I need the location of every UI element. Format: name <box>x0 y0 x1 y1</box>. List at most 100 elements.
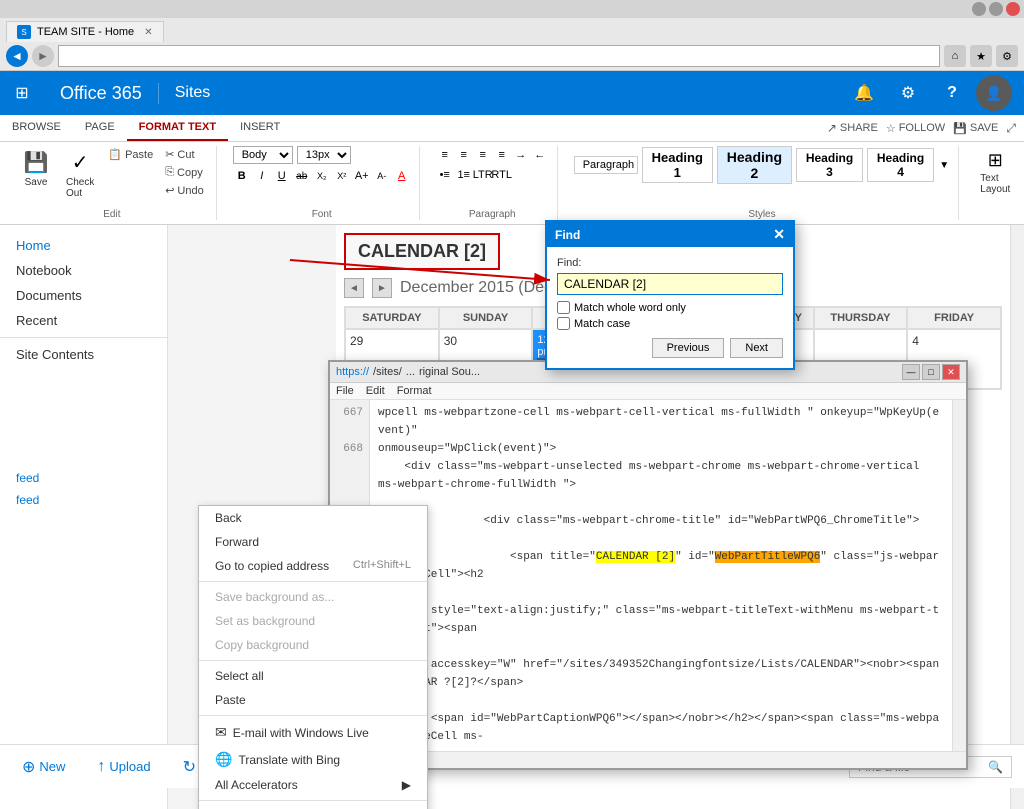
paste-button[interactable]: 📋 Paste <box>104 146 157 163</box>
find-input[interactable] <box>557 273 783 295</box>
align-left-button[interactable]: ≡ <box>436 146 454 164</box>
find-close-button[interactable]: ✕ <box>773 226 785 243</box>
nav-site-contents[interactable]: Site Contents <box>0 342 167 367</box>
calendar-next-button[interactable]: ► <box>372 278 392 298</box>
ctx-paste[interactable]: Paste <box>199 688 427 712</box>
style-heading3[interactable]: Heading 3 <box>796 148 863 182</box>
expand-icon[interactable]: ⤢ <box>1006 121 1016 136</box>
tab-browse[interactable]: BROWSE <box>0 115 73 141</box>
bold-button[interactable]: B <box>233 167 251 185</box>
bullet-list-button[interactable]: •≡ <box>436 166 454 184</box>
cut-button[interactable]: ✂ Cut <box>161 146 208 163</box>
strikethrough-button[interactable]: ab <box>293 167 311 185</box>
share-button[interactable]: ↗ SHARE <box>827 121 878 135</box>
superscript-button[interactable]: X² <box>333 167 351 185</box>
tab-page[interactable]: PAGE <box>73 115 127 141</box>
browser-tab[interactable]: S TEAM SITE - Home ✕ <box>6 21 164 42</box>
tab-format-text[interactable]: FORMAT TEXT <box>127 115 228 141</box>
main-scrollbar[interactable] <box>1010 225 1024 809</box>
font-color-button[interactable]: A <box>393 167 411 185</box>
feed-item-2[interactable]: feed <box>0 489 167 511</box>
close-button[interactable] <box>1006 2 1020 16</box>
calendar-prev-button[interactable]: ◄ <box>344 278 364 298</box>
ctx-accelerators[interactable]: All Accelerators ▶ <box>199 773 427 797</box>
nav-recent[interactable]: Recent <box>0 308 167 333</box>
nav-home[interactable]: Home <box>0 233 167 258</box>
previous-button[interactable]: Previous <box>652 338 725 358</box>
align-right-button[interactable]: ≡ <box>474 146 492 164</box>
align-center-button[interactable]: ≡ <box>455 146 473 164</box>
search-icon[interactable]: 🔍 <box>988 760 1003 774</box>
source-menu-edit[interactable]: Edit <box>366 385 385 397</box>
tab-insert[interactable]: INSERT <box>228 115 292 141</box>
undo-button[interactable]: ↩ Undo <box>161 182 208 199</box>
address-bar[interactable] <box>58 45 940 67</box>
copy-button[interactable]: ⎘ Copy <box>161 164 208 181</box>
match-whole-word-checkbox[interactable] <box>557 301 570 314</box>
ctx-email-live[interactable]: ✉ E-mail with Windows Live <box>199 719 427 746</box>
checkout-icon: ✓ <box>72 150 89 175</box>
font-family-dropdown[interactable]: Body <box>233 146 293 164</box>
maximize-button[interactable] <box>989 2 1003 16</box>
settings-button[interactable]: ⚙ <box>996 45 1018 67</box>
left-nav: Home Notebook Documents Recent Site Cont… <box>0 225 168 809</box>
increase-font-button[interactable]: A+ <box>353 167 371 185</box>
help-icon[interactable]: ? <box>932 71 972 115</box>
save-ribbon-button[interactable]: 💾 SAVE <box>953 122 998 135</box>
source-control-buttons: — □ ✕ <box>902 364 960 380</box>
underline-button[interactable]: U <box>273 167 291 185</box>
ctx-go-to-copied[interactable]: Go to copied address Ctrl+Shift+L <box>199 554 427 578</box>
source-menu-file[interactable]: File <box>336 385 354 397</box>
align-justify-button[interactable]: ≡ <box>493 146 511 164</box>
save-button[interactable]: 💾 Save <box>16 146 56 192</box>
new-button[interactable]: ⊕ New <box>12 752 75 782</box>
ltr-button[interactable]: LTR <box>474 166 492 184</box>
font-size-dropdown[interactable]: 13px <box>297 146 351 164</box>
style-heading4[interactable]: Heading 4 <box>867 148 934 182</box>
source-close-button[interactable]: ✕ <box>942 364 960 380</box>
avatar[interactable]: 👤 <box>976 75 1012 111</box>
ctx-forward[interactable]: Forward <box>199 530 427 554</box>
waffle-button[interactable]: ⊞ <box>0 71 44 115</box>
bell-icon[interactable]: 🔔 <box>844 71 884 115</box>
code-area[interactable]: wpcell ms-webpartzone-cell ms-webpart-ce… <box>370 400 952 751</box>
home-button[interactable]: ⌂ <box>944 45 966 67</box>
style-heading1[interactable]: Heading 1 <box>642 147 713 183</box>
match-case-checkbox[interactable] <box>557 317 570 330</box>
source-max-button[interactable]: □ <box>922 364 940 380</box>
next-button[interactable]: Next <box>730 338 783 358</box>
rtl-button[interactable]: RTL <box>493 166 511 184</box>
source-min-button[interactable]: — <box>902 364 920 380</box>
indent-button[interactable]: → <box>512 146 530 164</box>
ctx-select-all[interactable]: Select all <box>199 664 427 688</box>
decrease-font-button[interactable]: A- <box>373 167 391 185</box>
italic-button[interactable]: I <box>253 167 271 185</box>
back-button[interactable]: ◄ <box>6 45 28 67</box>
ctx-set-bg: Set as background <box>199 609 427 633</box>
style-heading2[interactable]: Heading 2 <box>717 146 792 184</box>
ctx-back[interactable]: Back <box>199 506 427 530</box>
subscript-button[interactable]: X₂ <box>313 167 331 185</box>
favorites-button[interactable]: ★ <box>970 45 992 67</box>
upload-button[interactable]: ↑ Upload <box>87 753 160 781</box>
follow-button[interactable]: ☆ FOLLOW <box>886 122 945 135</box>
outdent-button[interactable]: ← <box>531 146 549 164</box>
undo-icon: ↩ <box>165 184 174 197</box>
settings-icon[interactable]: ⚙ <box>888 71 928 115</box>
tab-close-button[interactable]: ✕ <box>144 27 152 38</box>
ctx-create-shortcut[interactable]: Create shortcut <box>199 804 427 809</box>
styles-more-button[interactable]: ▼ <box>938 156 950 174</box>
nav-notebook[interactable]: Notebook <box>0 258 167 283</box>
browser-titlebar <box>0 0 1024 18</box>
ctx-translate-bing[interactable]: 🌐 Translate with Bing <box>199 746 427 773</box>
minimize-button[interactable] <box>972 2 986 16</box>
source-menu-format[interactable]: Format <box>397 385 432 397</box>
style-paragraph[interactable]: Paragraph <box>574 156 638 174</box>
text-layout-button[interactable]: ⊞ Text Layout <box>975 146 1015 199</box>
feed-item-1[interactable]: feed <box>0 467 167 489</box>
forward-button[interactable]: ► <box>32 45 54 67</box>
numbered-list-button[interactable]: 1≡ <box>455 166 473 184</box>
nav-documents[interactable]: Documents <box>0 283 167 308</box>
source-scrollbar[interactable] <box>952 400 966 751</box>
checkout-button[interactable]: ✓ Check Out <box>60 146 100 203</box>
